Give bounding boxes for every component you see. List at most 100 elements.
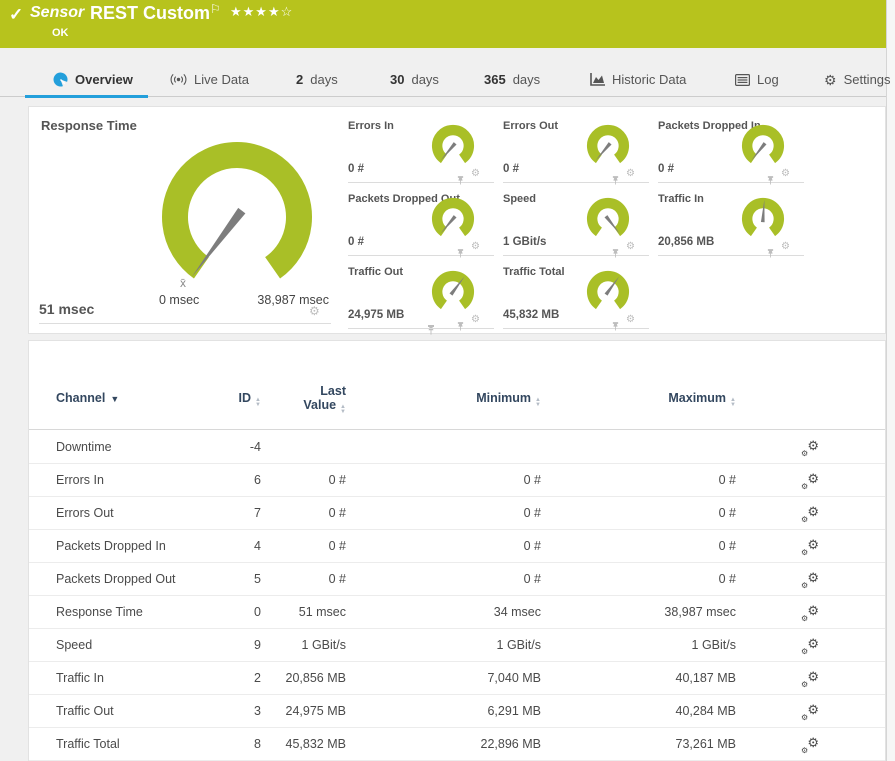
column-header-minimum[interactable]: Minimum▲▼ <box>409 391 541 408</box>
edit-channel-button[interactable]: ⚙⚙ <box>797 596 823 628</box>
cell-channel[interactable]: Traffic In <box>56 662 104 694</box>
tab-number: 2 <box>296 72 303 87</box>
tab-label: Live Data <box>194 72 249 87</box>
cell-maximum: 40,284 MB <box>604 695 736 727</box>
gauge-settings-gear-icon[interactable]: ⚙ <box>781 169 790 179</box>
cell-minimum: 0 # <box>409 464 541 496</box>
sort-icon: ▲▼ <box>730 398 736 408</box>
cell-last-value: 0 # <box>269 530 346 562</box>
tab-settings[interactable]: ⚙ Settings <box>824 72 891 87</box>
response-time-gauge-cell: Response Time x̄ 0 msec 38,987 msec 51 m… <box>29 107 341 335</box>
pin-icon[interactable] <box>612 176 619 185</box>
chart-icon <box>590 73 605 86</box>
pin-icon[interactable] <box>457 322 464 331</box>
column-header-id[interactable]: ID▲▼ <box>179 391 261 408</box>
table-row: Errors Out70 #0 #0 #⚙⚙ <box>29 497 885 530</box>
gauge-settings-gear-icon[interactable]: ⚙ <box>626 242 635 252</box>
pin-icon[interactable] <box>612 249 619 258</box>
edit-channel-button[interactable]: ⚙⚙ <box>797 431 823 463</box>
pin-icon[interactable] <box>767 176 774 185</box>
priority-stars[interactable]: ★★★★☆ <box>230 4 293 20</box>
table-header-row: Channel▼ ID▲▼ Last Value▲▼ Minimum▲▼ Max… <box>29 341 885 429</box>
edit-channel-button[interactable]: ⚙⚙ <box>797 728 823 760</box>
log-list-icon <box>735 74 750 86</box>
small-gear-icon: ⚙ <box>801 615 808 623</box>
small-gear-icon: ⚙ <box>801 714 808 722</box>
cell-id: 0 <box>179 596 261 628</box>
gauge-settings-gear-icon[interactable]: ⚙ <box>471 169 480 179</box>
tab-live-data[interactable]: Live Data <box>170 72 249 87</box>
cell-id: 2 <box>179 662 261 694</box>
cell-channel[interactable]: Errors In <box>56 464 104 496</box>
gauge-title: Errors In <box>348 120 394 132</box>
cell-channel[interactable]: Speed <box>56 629 92 661</box>
cell-id: 4 <box>179 530 261 562</box>
cell-id: 9 <box>179 629 261 661</box>
gauge-title: Errors Out <box>503 120 558 132</box>
tab-365-days[interactable]: 365 days <box>484 72 540 87</box>
table-row: Traffic Total845,832 MB22,896 MB73,261 M… <box>29 728 885 761</box>
pin-icon[interactable] <box>612 322 619 331</box>
cell-id: 6 <box>179 464 261 496</box>
cell-channel[interactable]: Packets Dropped In <box>56 530 166 562</box>
sort-icon: ▲▼ <box>340 405 346 415</box>
gear-icon: ⚙ <box>807 571 819 584</box>
cell-minimum: 22,896 MB <box>409 728 541 760</box>
cell-channel[interactable]: Response Time <box>56 596 143 628</box>
flag-icon[interactable]: ⚐ <box>210 2 221 16</box>
cell-last-value: 0 # <box>269 563 346 595</box>
pin-icon[interactable] <box>457 176 464 185</box>
pin-icon[interactable] <box>457 249 464 258</box>
edit-channel-button[interactable]: ⚙⚙ <box>797 662 823 694</box>
cell-maximum: 73,261 MB <box>604 728 736 760</box>
tab-log[interactable]: Log <box>735 72 779 87</box>
cell-channel[interactable]: Traffic Out <box>56 695 114 727</box>
gauge-settings-gear-icon[interactable]: ⚙ <box>471 242 480 252</box>
gear-icon: ⚙ <box>807 637 819 650</box>
column-header-channel[interactable]: Channel▼ <box>56 391 119 405</box>
edit-channel-button[interactable]: ⚙⚙ <box>797 464 823 496</box>
table-row: Errors In60 #0 #0 #⚙⚙ <box>29 464 885 497</box>
gauge-current-value: 1 GBit/s <box>503 236 546 248</box>
edit-channel-button[interactable]: ⚙⚙ <box>797 530 823 562</box>
edit-channel-button[interactable]: ⚙⚙ <box>797 497 823 529</box>
cell-channel[interactable]: Packets Dropped Out <box>56 563 176 595</box>
cell-last-value: 1 GBit/s <box>269 629 346 661</box>
scrollbar-track[interactable] <box>886 0 895 761</box>
tab-label: Historic Data <box>612 72 686 87</box>
gauge-settings-gear-icon[interactable]: ⚙ <box>626 169 635 179</box>
tab-historic-data[interactable]: Historic Data <box>590 72 686 87</box>
column-header-maximum[interactable]: Maximum▲▼ <box>604 391 736 408</box>
gauge-settings-gear-icon[interactable]: ⚙ <box>471 315 480 325</box>
tab-2-days[interactable]: 2 days <box>296 72 338 87</box>
cell-last-value: 51 msec <box>269 596 346 628</box>
small-gauge-cell: Traffic In20,856 MB⚙ <box>658 186 804 256</box>
cell-minimum: 6,291 MB <box>409 695 541 727</box>
gauge-settings-gear-icon[interactable]: ⚙ <box>626 315 635 325</box>
status-ok-check-icon: ✓ <box>9 5 23 25</box>
small-gauge-cell: Speed1 GBit/s⚙ <box>503 186 649 256</box>
cell-channel[interactable]: Errors Out <box>56 497 114 529</box>
gauge-settings-gear-icon[interactable]: ⚙ <box>781 242 790 252</box>
small-gear-icon: ⚙ <box>801 450 808 458</box>
small-gauge <box>428 193 478 243</box>
tab-overview[interactable]: Overview <box>53 72 133 87</box>
tab-30-days[interactable]: 30 days <box>390 72 439 87</box>
gauge-current-value: 45,832 MB <box>503 309 559 321</box>
pin-icon[interactable] <box>767 249 774 258</box>
cell-channel[interactable]: Downtime <box>56 431 112 463</box>
cell-last-value: 0 # <box>269 464 346 496</box>
sensor-title: REST Custom <box>90 3 210 24</box>
edit-channel-button[interactable]: ⚙⚙ <box>797 563 823 595</box>
gauge-settings-gear-icon[interactable]: ⚙ <box>309 305 320 317</box>
cell-channel[interactable]: Traffic Total <box>56 728 120 760</box>
gauge-current-value: 0 # <box>348 163 364 175</box>
edit-channel-button[interactable]: ⚙⚙ <box>797 629 823 661</box>
small-gear-icon: ⚙ <box>801 483 808 491</box>
cell-id: 3 <box>179 695 261 727</box>
gauges-panel: Response Time x̄ 0 msec 38,987 msec 51 m… <box>28 106 886 334</box>
edit-channel-button[interactable]: ⚙⚙ <box>797 695 823 727</box>
gear-icon: ⚙ <box>807 505 819 518</box>
tab-label: days <box>411 72 438 87</box>
column-header-last-value[interactable]: Last Value▲▼ <box>269 384 346 415</box>
